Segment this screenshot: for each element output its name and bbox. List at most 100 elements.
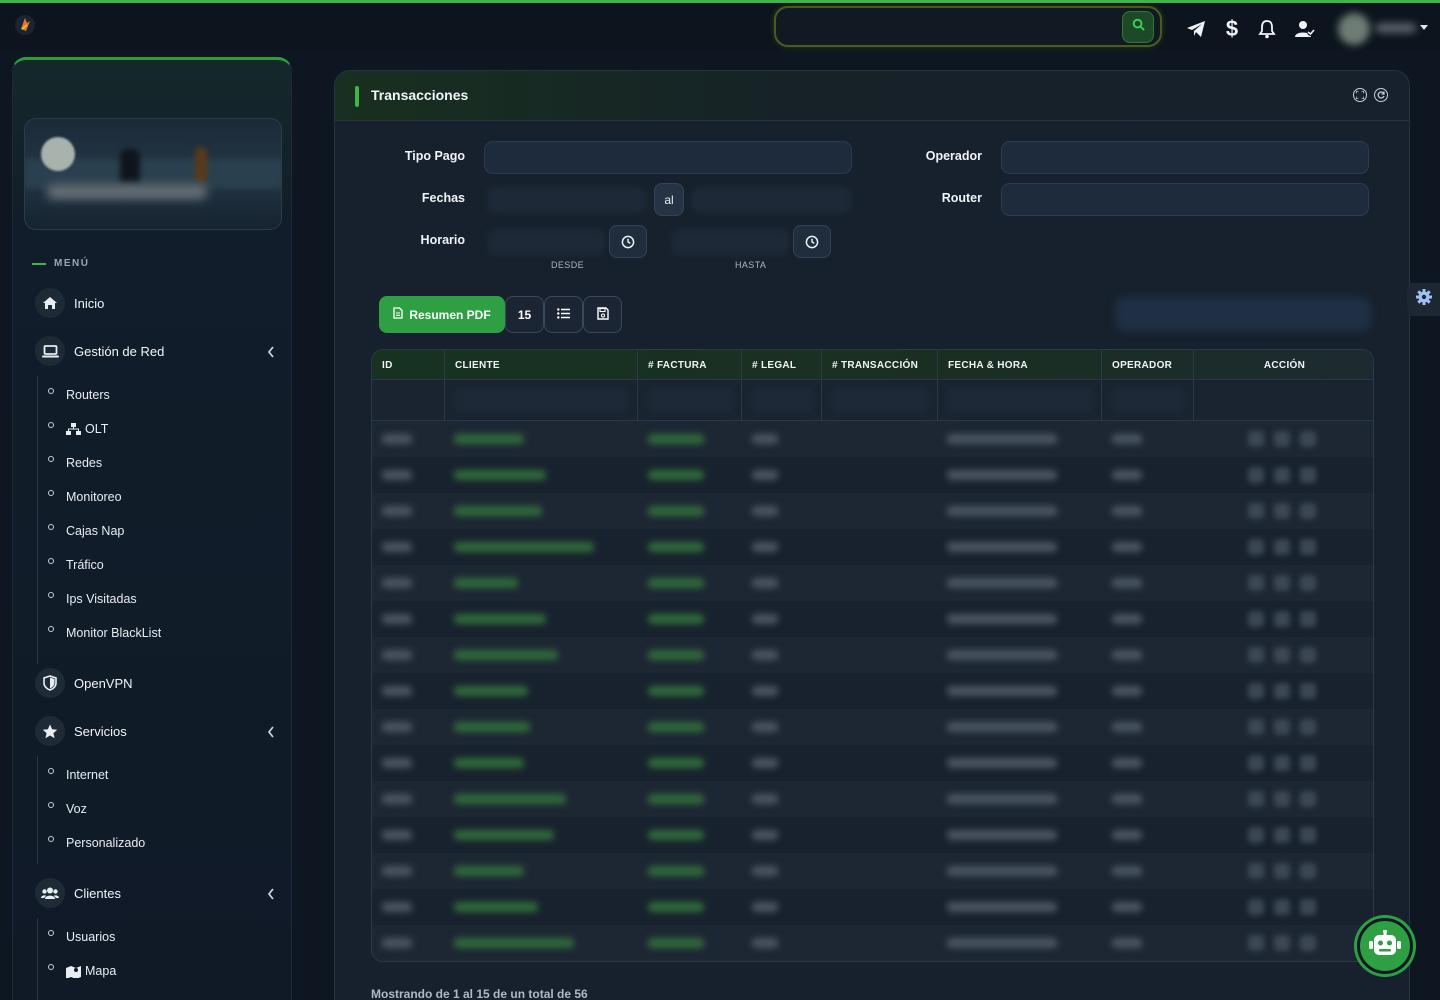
row-action-button[interactable] <box>1248 647 1264 663</box>
filter-cell[interactable] <box>445 380 638 421</box>
table-row[interactable] <box>372 709 1373 745</box>
row-action-button[interactable] <box>1248 503 1264 519</box>
row-action-button[interactable] <box>1248 683 1264 699</box>
save-state-button[interactable] <box>583 296 622 333</box>
column-header-operador[interactable]: OPERADOR <box>1102 350 1194 380</box>
refresh-icon[interactable] <box>1374 88 1388 102</box>
column-header-factura[interactable]: # FACTURA <box>638 350 742 380</box>
sidebar-subitem-monitoreo[interactable]: Monitoreo <box>48 487 122 507</box>
row-action-button[interactable] <box>1274 719 1290 735</box>
table-row[interactable] <box>372 601 1373 637</box>
settings-gear-tab[interactable] <box>1407 283 1440 316</box>
row-action-button[interactable] <box>1274 431 1290 447</box>
sidebar-subitem-personalizado[interactable]: Personalizado <box>48 833 145 853</box>
row-action-button[interactable] <box>1300 683 1316 699</box>
table-row[interactable] <box>372 817 1373 853</box>
row-action-button[interactable] <box>1274 683 1290 699</box>
row-action-button[interactable] <box>1300 539 1316 555</box>
search-button[interactable] <box>1122 11 1154 43</box>
sidebar-subitem-cajas-nap[interactable]: Cajas Nap <box>48 521 124 541</box>
chatbot-button[interactable] <box>1357 918 1413 974</box>
row-action-button[interactable] <box>1300 467 1316 483</box>
row-action-button[interactable] <box>1248 791 1264 807</box>
fecha-hasta-input[interactable] <box>691 187 851 213</box>
table-row[interactable] <box>372 565 1373 601</box>
clock-icon[interactable] <box>609 225 647 258</box>
sidebar-item-openvpn[interactable]: OpenVPN <box>35 668 275 698</box>
row-action-button[interactable] <box>1300 935 1316 951</box>
sidebar-subitem-redes[interactable]: Redes <box>48 453 102 473</box>
row-action-button[interactable] <box>1274 575 1290 591</box>
operador-select[interactable] <box>1001 141 1369 174</box>
sidebar-subitem-olt[interactable]: OLT <box>48 419 108 439</box>
sidebar-item-inicio[interactable]: Inicio <box>35 288 275 318</box>
row-action-button[interactable] <box>1300 503 1316 519</box>
row-action-button[interactable] <box>1248 935 1264 951</box>
row-action-button[interactable] <box>1274 791 1290 807</box>
column-list-button[interactable] <box>544 296 583 333</box>
page-size-button[interactable]: 15 <box>505 296 544 333</box>
row-action-button[interactable] <box>1248 431 1264 447</box>
column-header-cliente[interactable]: CLIENTE <box>445 350 638 380</box>
column-header-fecha-hora[interactable]: FECHA & HORA <box>938 350 1102 380</box>
table-row[interactable] <box>372 493 1373 529</box>
table-row[interactable] <box>372 457 1373 493</box>
row-action-button[interactable] <box>1274 539 1290 555</box>
row-action-button[interactable] <box>1274 467 1290 483</box>
table-row[interactable] <box>372 889 1373 925</box>
row-action-button[interactable] <box>1248 467 1264 483</box>
global-search-input[interactable] <box>786 16 1106 38</box>
tipo-pago-select[interactable] <box>484 141 852 174</box>
bell-icon[interactable] <box>1255 17 1279 41</box>
row-action-button[interactable] <box>1300 791 1316 807</box>
hora-desde-input[interactable] <box>487 229 605 255</box>
fullscreen-icon[interactable] <box>1353 88 1367 102</box>
column-header-transaccion[interactable]: # TRANSACCIÓN <box>822 350 938 380</box>
fecha-desde-input[interactable] <box>487 187 647 213</box>
column-header-legal[interactable]: # LEGAL <box>742 350 822 380</box>
row-action-button[interactable] <box>1300 611 1316 627</box>
table-search-input[interactable] <box>1115 297 1371 331</box>
sidebar-subitem-trafico[interactable]: Tráfico <box>48 555 104 575</box>
row-action-button[interactable] <box>1300 827 1316 843</box>
row-action-button[interactable] <box>1300 431 1316 447</box>
row-action-button[interactable] <box>1274 899 1290 915</box>
table-row[interactable] <box>372 745 1373 781</box>
sidebar-item-clientes[interactable]: Clientes <box>35 878 275 908</box>
sidebar-subitem-routers[interactable]: Routers <box>48 385 110 405</box>
table-row[interactable] <box>372 781 1373 817</box>
row-action-button[interactable] <box>1248 899 1264 915</box>
clock-icon[interactable] <box>793 225 831 258</box>
profile-card[interactable] <box>24 118 282 230</box>
sidebar-subitem-ips-visitadas[interactable]: Ips Visitadas <box>48 589 137 609</box>
sidebar-subitem-mapa[interactable]: Mapa <box>48 961 116 981</box>
row-action-button[interactable] <box>1274 863 1290 879</box>
dollar-icon[interactable]: $ <box>1220 16 1244 41</box>
sidebar-item-servicios[interactable]: Servicios <box>35 716 275 746</box>
filter-cell[interactable] <box>938 380 1102 421</box>
row-action-button[interactable] <box>1274 827 1290 843</box>
router-select[interactable] <box>1001 183 1369 216</box>
sidebar-subitem-usuarios[interactable]: Usuarios <box>48 927 115 947</box>
table-row[interactable] <box>372 925 1373 961</box>
table-row[interactable] <box>372 421 1373 457</box>
row-action-button[interactable] <box>1248 575 1264 591</box>
global-search-box[interactable] <box>774 6 1162 47</box>
row-action-button[interactable] <box>1300 899 1316 915</box>
hora-hasta-input[interactable] <box>671 229 789 255</box>
table-row[interactable] <box>372 529 1373 565</box>
row-action-button[interactable] <box>1274 503 1290 519</box>
row-action-button[interactable] <box>1300 863 1316 879</box>
row-action-button[interactable] <box>1248 611 1264 627</box>
telegram-icon[interactable] <box>1184 17 1208 41</box>
filter-cell[interactable] <box>1102 380 1194 421</box>
row-action-button[interactable] <box>1248 863 1264 879</box>
user-avatar-menu[interactable] <box>1338 13 1418 45</box>
brand-logo[interactable] <box>14 14 36 36</box>
table-row[interactable] <box>372 853 1373 889</box>
filter-cell[interactable] <box>638 380 742 421</box>
row-action-button[interactable] <box>1274 935 1290 951</box>
sidebar-subitem-monitor-blacklist[interactable]: Monitor BlackList <box>48 623 161 643</box>
row-action-button[interactable] <box>1248 719 1264 735</box>
table-row[interactable] <box>372 637 1373 673</box>
